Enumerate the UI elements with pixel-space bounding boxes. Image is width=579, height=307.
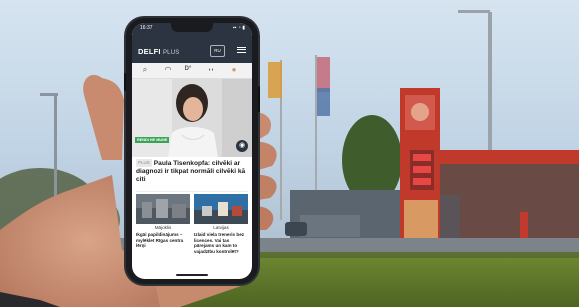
article-headline[interactable]: PLUS Paula Tisenkopfa: cilvēki ar diagnoz… [136, 159, 249, 184]
phone-screen: 16:37 ▪▪ ◔ ▮ DELFI PLUS RU ⌕ ◠ D° ◖◗ ● R… [132, 23, 252, 279]
camera-icon[interactable]: ◉ [236, 140, 248, 152]
flag-orange [268, 62, 282, 98]
search-icon[interactable]: ⌕ [139, 65, 151, 75]
divider [136, 191, 248, 192]
card-thumbnail [194, 194, 248, 224]
card-tag: Latvijas [213, 225, 229, 230]
hero-badge: RENDI HE MUNE [135, 137, 170, 143]
article-card[interactable]: Mājoklis Ikgāi papildinājums – mylēklet … [136, 194, 190, 249]
delfi-logo[interactable]: DELFI PLUS [138, 47, 179, 56]
card-title: Izlaid viela treneris bez licences. Vai … [194, 232, 245, 254]
card-tag: Mājoklis [154, 225, 172, 230]
logo-suffix: PLUS [162, 50, 180, 56]
station-roof [440, 150, 579, 164]
degree-icon[interactable]: D° [182, 66, 194, 72]
hero-image[interactable]: RENDI HE MUNE ◉ [132, 79, 252, 157]
icon-row: ⌕ ◠ D° ◖◗ ● [132, 63, 252, 79]
status-time: 16:37 [140, 25, 153, 31]
outdoor-scene: 16:37 ▪▪ ◔ ▮ DELFI PLUS RU ⌕ ◠ D° ◖◗ ● R… [0, 0, 579, 307]
user-icon[interactable]: ◠ [162, 65, 174, 74]
article-card[interactable]: Latvijas Izlaid viela treneris bez licen… [194, 194, 248, 254]
smartphone: 16:37 ▪▪ ◔ ▮ DELFI PLUS RU ⌕ ◠ D° ◖◗ ● R… [124, 18, 260, 284]
headphones-icon[interactable]: ◖◗ [205, 67, 217, 73]
power-button [258, 86, 260, 112]
car [285, 222, 307, 236]
language-button[interactable]: RU [210, 45, 225, 57]
home-indicator[interactable] [176, 274, 208, 276]
volume-button [124, 73, 126, 91]
hamburger-menu-icon[interactable] [237, 45, 246, 54]
background-photo [0, 0, 579, 307]
person-red [520, 212, 528, 240]
card-thumbnail [136, 194, 190, 224]
card-title: Ikgāi papildinājums – mylēklet Rīgas cen… [136, 232, 184, 249]
avatar-icon[interactable]: ● [228, 65, 240, 74]
flag-blue-red [317, 57, 330, 92]
plus-badge: PLUS [136, 159, 152, 167]
logo-text: DELFI [138, 47, 161, 56]
notch [171, 23, 213, 32]
headline-text: Paula Tisenkopfa: cilvēki ar diagnozi ir… [136, 159, 246, 183]
status-icons: ▪▪ ◔ ▮ [232, 25, 245, 31]
hero-photo [132, 79, 252, 157]
